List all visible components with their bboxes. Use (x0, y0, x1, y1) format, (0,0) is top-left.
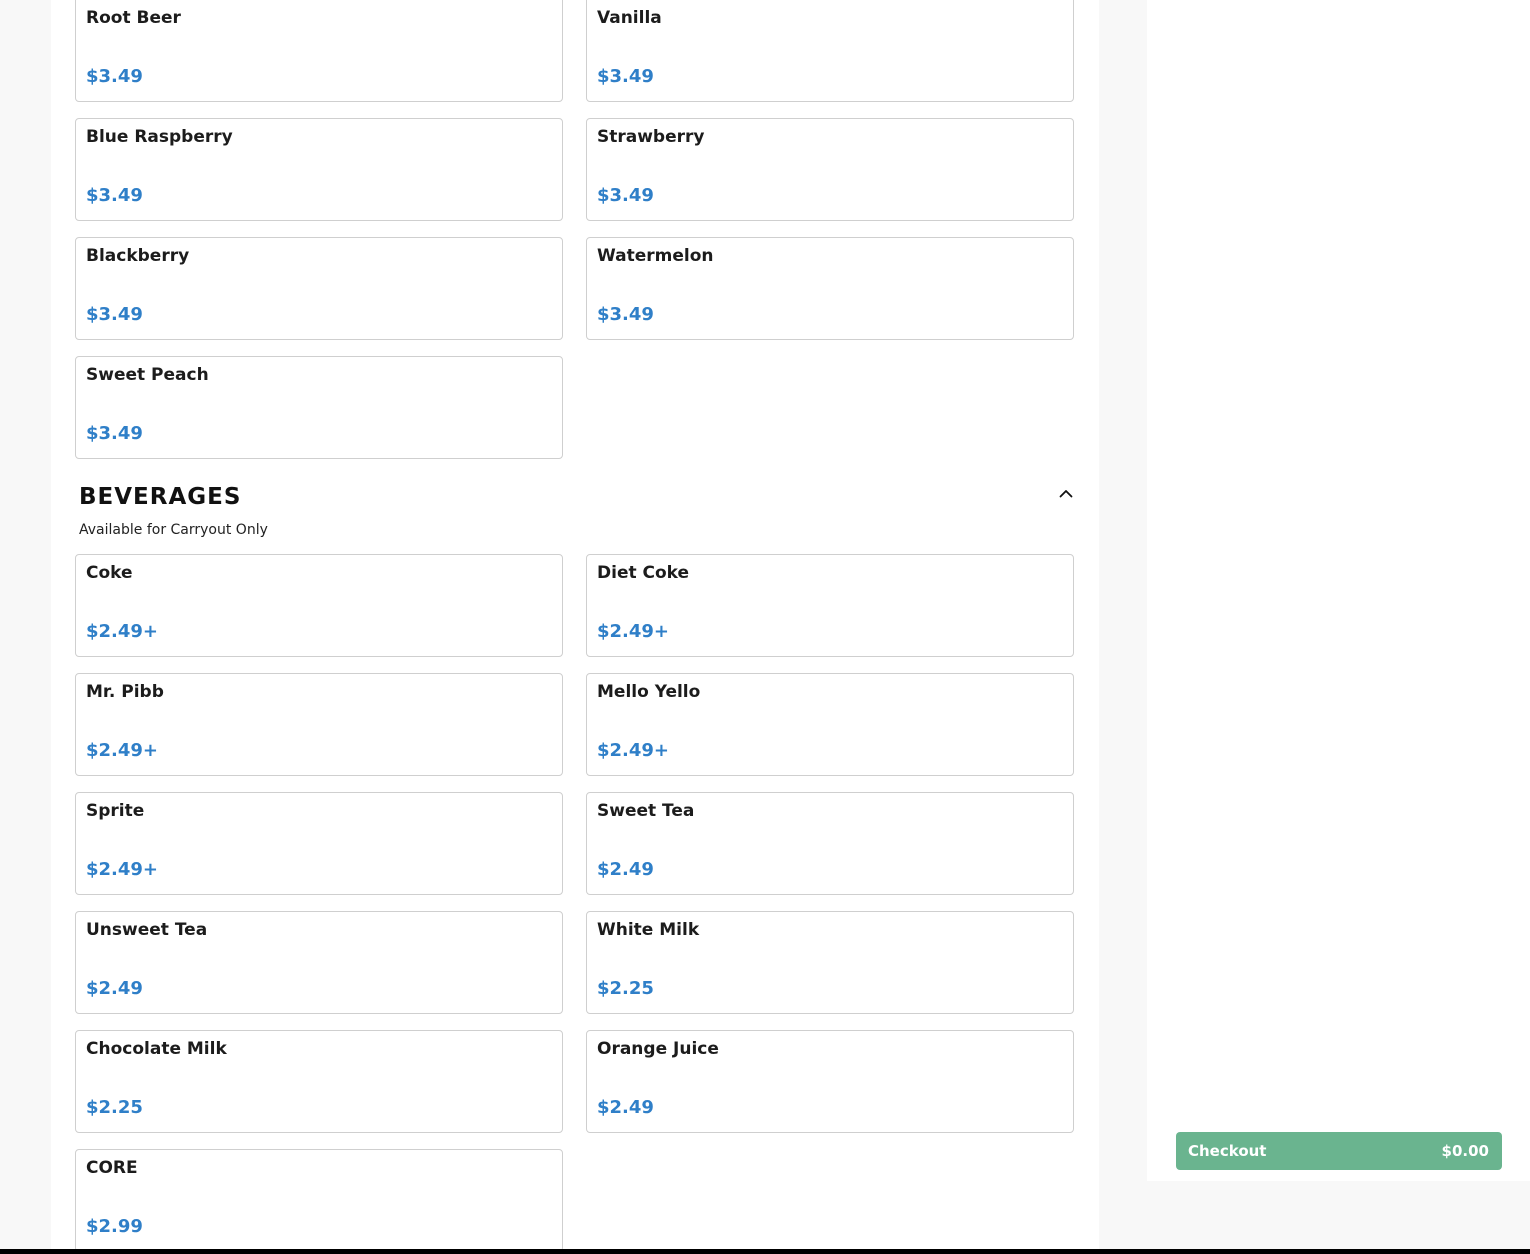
menu-item-price: $3.49 (86, 304, 143, 325)
menu-item-card[interactable]: Sweet Peach $3.49 (75, 356, 563, 459)
menu-item-name: Mr. Pibb (86, 682, 164, 702)
menu-item-name: Strawberry (597, 127, 705, 147)
menu-item-name: CORE (86, 1158, 138, 1178)
cart-panel (1147, 0, 1530, 1181)
menu-item-price: $2.49 (597, 859, 654, 880)
menu-item-name: Sprite (86, 801, 145, 821)
menu-item-price: $2.99 (86, 1216, 143, 1237)
menu-item-price: $3.49 (86, 423, 143, 444)
menu-item-name: Chocolate Milk (86, 1039, 227, 1059)
cart-total: $0.00 (1441, 1142, 1489, 1160)
beverages-section-header: BEVERAGES (79, 484, 1074, 516)
menu-item-name: Blackberry (86, 246, 190, 266)
menu-item-name: Watermelon (597, 246, 714, 266)
menu-item-name: Orange Juice (597, 1039, 719, 1059)
menu-item-price: $3.49 (86, 185, 143, 206)
menu-item-name: Sweet Tea (597, 801, 695, 821)
menu-item-price: $3.49 (597, 66, 654, 87)
menu-item-card[interactable]: CORE $2.99 (75, 1149, 563, 1252)
menu-item-card[interactable]: Unsweet Tea $2.49 (75, 911, 563, 1014)
menu-item-price: $3.49 (86, 66, 143, 87)
menu-item-card[interactable]: Coke $2.49+ (75, 554, 563, 657)
menu-item-card[interactable]: Blackberry $3.49 (75, 237, 563, 340)
menu-item-card[interactable]: Vanilla $3.49 (586, 0, 1074, 102)
menu-item-price: $2.49+ (597, 621, 670, 642)
menu-item-name: Unsweet Tea (86, 920, 208, 940)
menu-item-name: Mello Yello (597, 682, 701, 702)
menu-item-name: Sweet Peach (86, 365, 209, 385)
checkout-label: Checkout (1188, 1142, 1267, 1160)
section-subtitle: Available for Carryout Only (79, 522, 268, 538)
menu-item-card[interactable]: Sprite $2.49+ (75, 792, 563, 895)
menu-item-name: Coke (86, 563, 133, 583)
menu-item-card[interactable]: Mr. Pibb $2.49+ (75, 673, 563, 776)
menu-item-card[interactable]: Sweet Tea $2.49 (586, 792, 1074, 895)
menu-panel: Root Beer $3.49 Vanilla $3.49 Blue Raspb… (51, 0, 1099, 1254)
menu-item-price: $2.49+ (86, 859, 159, 880)
menu-item-price: $2.49 (597, 1097, 654, 1118)
menu-item-card[interactable]: Root Beer $3.49 (75, 0, 563, 102)
menu-item-card[interactable]: Mello Yello $2.49+ (586, 673, 1074, 776)
checkout-button[interactable]: Checkout $0.00 (1176, 1132, 1502, 1170)
bottom-edge-bar (0, 1249, 1530, 1254)
menu-item-price: $3.49 (597, 185, 654, 206)
menu-item-name: Diet Coke (597, 563, 690, 583)
menu-item-price: $2.25 (597, 978, 654, 999)
menu-item-price: $2.49+ (86, 740, 159, 761)
chevron-up-icon[interactable] (1055, 482, 1077, 504)
menu-item-price: $2.25 (86, 1097, 143, 1118)
menu-item-name: Root Beer (86, 8, 181, 28)
menu-item-card[interactable]: Blue Raspberry $3.49 (75, 118, 563, 221)
menu-item-name: White Milk (597, 920, 700, 940)
menu-item-price: $3.49 (597, 304, 654, 325)
menu-item-price: $2.49+ (597, 740, 670, 761)
menu-item-card[interactable]: Watermelon $3.49 (586, 237, 1074, 340)
menu-item-card[interactable]: Strawberry $3.49 (586, 118, 1074, 221)
menu-item-card[interactable]: White Milk $2.25 (586, 911, 1074, 1014)
menu-item-card[interactable]: Orange Juice $2.49 (586, 1030, 1074, 1133)
menu-item-price: $2.49 (86, 978, 143, 999)
menu-items-grid: Root Beer $3.49 Vanilla $3.49 Blue Raspb… (75, 0, 1074, 459)
menu-item-name: Blue Raspberry (86, 127, 233, 147)
menu-item-card[interactable]: Diet Coke $2.49+ (586, 554, 1074, 657)
menu-item-card[interactable]: Chocolate Milk $2.25 (75, 1030, 563, 1133)
beverages-grid: Coke $2.49+ Diet Coke $2.49+ Mr. Pibb $2… (75, 554, 1074, 1252)
section-title: BEVERAGES (79, 484, 242, 510)
menu-item-price: $2.49+ (86, 621, 159, 642)
menu-item-name: Vanilla (597, 8, 662, 28)
